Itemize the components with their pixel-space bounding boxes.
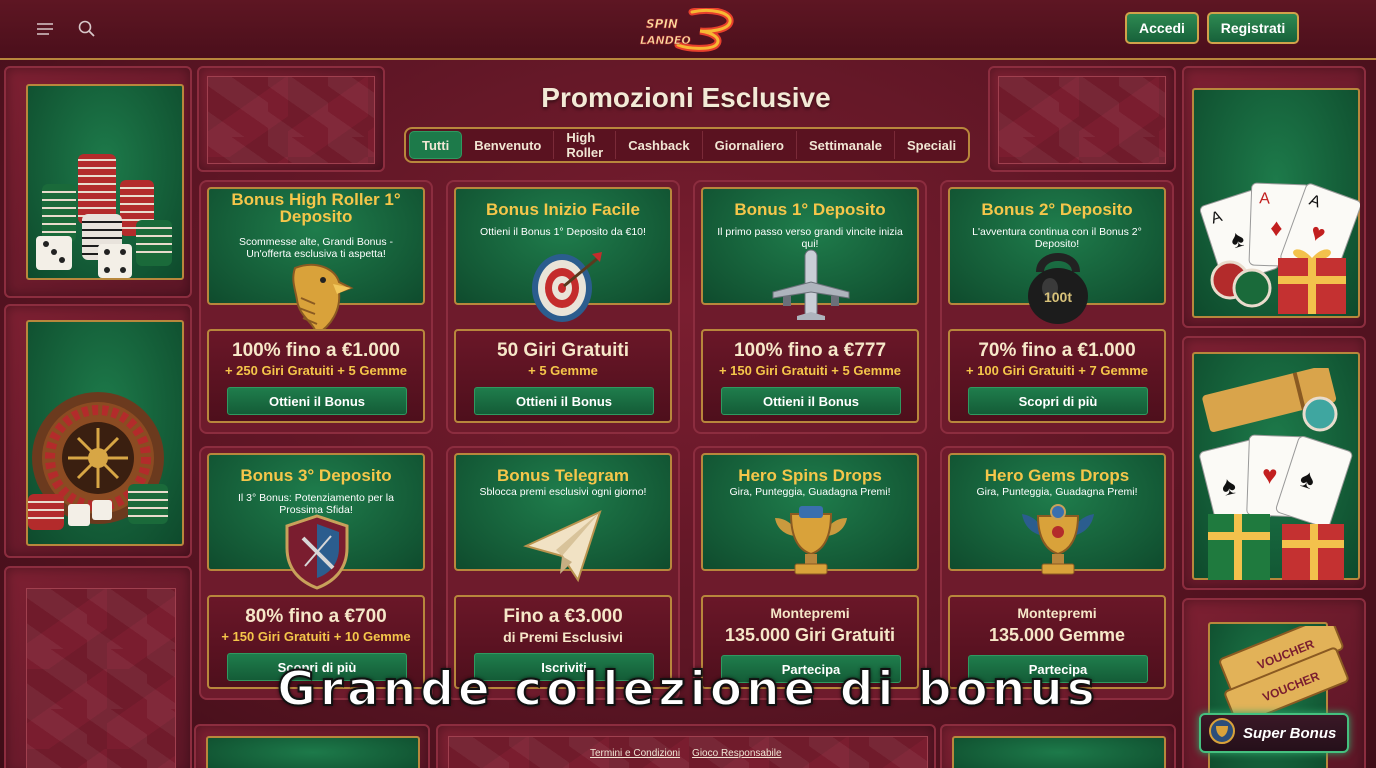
card-title: Hero Spins Drops [738, 466, 882, 485]
login-button[interactable]: Accedi [1125, 12, 1199, 44]
target-icon [522, 246, 606, 326]
card-amount: 70% fino a €1.000 [978, 340, 1136, 361]
tab-tutti[interactable]: Tutti [409, 131, 463, 159]
promo-card-secondo-deposito: Bonus 2° Deposito L'avventura continua c… [940, 180, 1174, 434]
decor-panel-top-left [197, 66, 385, 172]
decor-panel-chips [4, 66, 192, 298]
logo-text-bottom: LANDEO [640, 34, 691, 47]
card-subtitle: di Premi Esclusivi [503, 629, 623, 645]
card-amount: 100% fino a €1.000 [232, 340, 400, 361]
menu-icon[interactable] [34, 18, 56, 40]
airplane-icon [769, 246, 853, 326]
tab-high-roller[interactable]: High Roller [554, 130, 617, 160]
decor-panel-cards: A ♠ A ♦ A ♥ [1182, 66, 1366, 328]
card-title: Hero Gems Drops [984, 466, 1130, 485]
tab-speciali[interactable]: Speciali [895, 131, 968, 159]
card-title: Bonus High Roller 1° Deposito [231, 190, 401, 226]
overlay-caption: Grande collezione di bonus [276, 661, 1099, 718]
super-bonus-button[interactable]: Super Bonus [1199, 713, 1349, 753]
card-title: Bonus 2° Deposito [981, 200, 1133, 219]
svg-text:♦: ♦ [1270, 215, 1283, 242]
prize-pool-label: Montepremi [1017, 605, 1097, 621]
tab-benvenuto[interactable]: Benvenuto [462, 131, 555, 159]
discover-more-button[interactable]: Scopri di più [968, 387, 1148, 415]
kettlebell-icon: 100t [1016, 248, 1100, 328]
card-subtitle: + 150 Giri Gratuiti + 5 Gemme [718, 363, 902, 378]
ticket-cards-gifts-icon: ♠ ♥ ♠ [1198, 365, 1368, 588]
responsible-gaming-link[interactable]: Gioco Responsabile [692, 748, 782, 759]
spinlandeo-logo[interactable]: SPIN LANDEO [634, 6, 738, 52]
svg-text:♥: ♥ [1262, 459, 1278, 490]
card-amount: 135.000 Giri Gratuiti [724, 625, 896, 645]
footer-panel [436, 724, 936, 768]
get-bonus-button[interactable]: Ottieni il Bonus [227, 387, 407, 415]
card-description: Sblocca premi esclusivi ogni giorno! [479, 486, 647, 498]
card-description: Ottieni il Bonus 1° Deposito da €10! [480, 226, 646, 238]
card-amount: 80% fino a €700 [245, 606, 387, 627]
decor-panel-top-right [988, 66, 1176, 172]
register-button[interactable]: Registrati [1207, 12, 1299, 44]
playing-cards-gift-icon: A ♠ A ♦ A ♥ [1199, 176, 1362, 316]
paper-plane-icon [522, 506, 606, 586]
card-title: Bonus 1° Deposito [734, 200, 886, 219]
super-bonus-label: Super Bonus [1243, 724, 1337, 742]
promo-card-primo-deposito: Bonus 1° Deposito Il primo passo verso g… [693, 180, 927, 434]
tab-cashback[interactable]: Cashback [616, 131, 703, 159]
promo-card-high-roller: Bonus High Roller 1° Deposito Scommesse … [199, 180, 433, 434]
card-subtitle: + 150 Giri Gratuiti + 10 Gemme [221, 629, 411, 644]
card-amount: Fino a €3.000 [503, 606, 623, 627]
get-bonus-button[interactable]: Ottieni il Bonus [721, 387, 901, 415]
card-amount: 100% fino a €777 [733, 340, 887, 361]
card-title: Bonus Inizio Facile [486, 200, 640, 219]
card-amount: 135.000 Gemme [988, 625, 1126, 645]
card-subtitle: + 100 Giri Gratuiti + 7 Gemme [965, 363, 1149, 378]
eagle-icon [275, 258, 359, 338]
top-header: SPIN LANDEO Accedi Registrati [0, 0, 1376, 60]
get-bonus-button[interactable]: Ottieni il Bonus [474, 387, 654, 415]
card-description: L'avventura continua con il Bonus 2° Dep… [972, 226, 1142, 250]
decor-panel-bottom-2 [940, 724, 1176, 768]
decor-panel-bottom-1 [194, 724, 430, 768]
kettlebell-label: 100t [1044, 289, 1072, 305]
page-title: Promozioni Esclusive [541, 82, 831, 113]
terms-link[interactable]: Termini e Condizioni [590, 748, 680, 759]
logo-text-top: SPIN [646, 17, 678, 31]
card-subtitle: + 250 Giri Gratuiti + 5 Gemme [224, 363, 408, 378]
search-icon[interactable] [76, 18, 98, 40]
filter-tabs: Tutti Benvenuto High Roller Cashback Gio… [404, 127, 970, 163]
super-bonus-icon [1209, 718, 1235, 748]
casino-chips-dice-icon [32, 144, 182, 284]
roulette-icon [28, 388, 178, 538]
promo-card-inizio-facile: Bonus Inizio Facile Ottieni il Bonus 1° … [446, 180, 680, 434]
decor-panel-roulette [4, 304, 192, 558]
decor-panel-tickets: ♠ ♥ ♠ [1182, 336, 1366, 590]
tab-giornaliero[interactable]: Giornaliero [703, 131, 797, 159]
trophy-gems-icon [1016, 504, 1100, 584]
footer-links: Termini e Condizioni Gioco Responsabile [590, 748, 782, 759]
card-amount: 50 Giri Gratuiti [497, 340, 629, 361]
card-title: Bonus Telegram [497, 466, 629, 485]
svg-text:A: A [1259, 190, 1271, 207]
card-title: Bonus 3° Deposito [240, 466, 392, 485]
card-description: Scommesse alte, Grandi Bonus - Un'offert… [238, 236, 394, 260]
prize-pool-label: Montepremi [770, 605, 850, 621]
shield-icon [275, 512, 359, 592]
tab-settimanale[interactable]: Settimanale [797, 131, 895, 159]
card-description: Gira, Punteggia, Guadagna Premi! [976, 486, 1138, 498]
card-description: Gira, Punteggia, Guadagna Premi! [729, 486, 891, 498]
trophy-icon [769, 504, 853, 584]
card-subtitle: + 5 Gemme [528, 363, 598, 378]
